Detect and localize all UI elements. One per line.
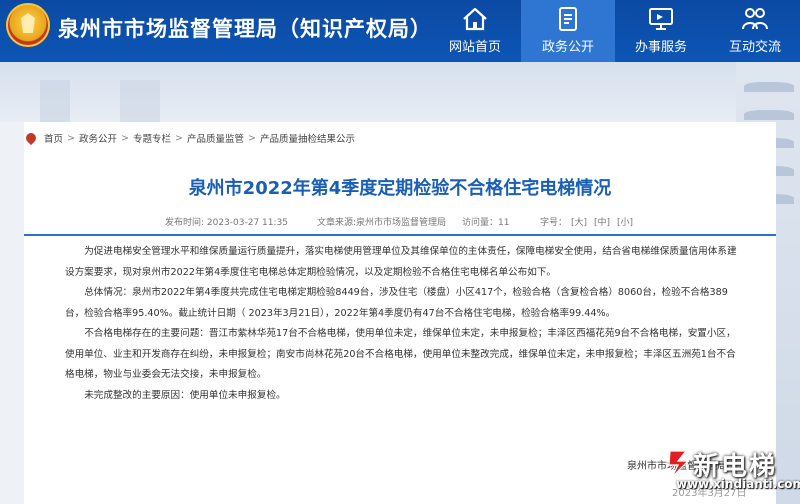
breadcrumb-item[interactable]: 产品质量监管 [187, 131, 244, 145]
national-emblem-logo [6, 3, 50, 47]
paragraph-overview: 总体情况：泉州市2022年第4季度共完成住宅电梯定期检验8449台，涉及住宅（楼… [65, 287, 728, 319]
article-meta: 发布时间: 2023-03-27 11:35 文章来源:泉州市市场监督管理局 访… [24, 215, 776, 231]
publish-time: 发布时间: 2023-03-27 11:35 [165, 218, 288, 228]
people-icon [742, 8, 768, 30]
monitor-icon [649, 8, 673, 30]
article-panel: 首页 > 政务公开 > 专题专栏 > 产品质量监管 > 产品质量抽检结果公示 泉… [23, 122, 776, 504]
breadcrumb-separator: > [174, 132, 183, 144]
home-icon [463, 7, 487, 31]
nav-government-affairs[interactable]: 政务公开 [521, 0, 615, 62]
breadcrumb: 首页 > 政务公开 > 专题专栏 > 产品质量监管 > 产品质量抽检结果公示 [23, 130, 355, 146]
site-title: 泉州市市场监督管理局（知识产权局） [58, 17, 432, 41]
nav-interaction[interactable]: 互动交流 [708, 0, 800, 62]
background-skyline [0, 80, 800, 125]
font-size-small[interactable]: [小] [617, 215, 633, 228]
nav-government-affairs-label: 政务公开 [541, 40, 594, 55]
paragraph-problems: 不合格电梯存在的主要问题：晋江市紫林华苑17台不合格电梯，使用单位未定，维保单位… [65, 328, 736, 380]
article-body: 为促进电梯安全管理水平和维保质量运行质量提升，落实电梯使用管理单位及其维保单位的… [65, 242, 745, 406]
breadcrumb-item[interactable]: 产品质量抽检结果公示 [260, 131, 355, 145]
title-divider [24, 234, 776, 236]
nav-services-label: 办事服务 [634, 40, 687, 55]
font-size-large[interactable]: [大] [571, 215, 587, 228]
breadcrumb-item[interactable]: 首页 [44, 131, 63, 145]
site-header: 泉州市市场监督管理局（知识产权局） 网站首页 政务公开 办事服务 互动交流 [0, 0, 800, 62]
nav-home-label: 网站首页 [448, 40, 501, 55]
view-count: 访问量：11 [462, 218, 510, 228]
nav-home[interactable]: 网站首页 [428, 0, 522, 62]
article-source: 文章来源:泉州市市场监督管理局 [317, 218, 447, 228]
breadcrumb-item[interactable]: 专题专栏 [133, 131, 171, 145]
breadcrumb-separator: > [247, 132, 256, 144]
article-title: 泉州市2022年第4季度定期检验不合格住宅电梯情况 [188, 178, 612, 199]
nav-services[interactable]: 办事服务 [614, 0, 708, 62]
paragraph-intro: 为促进电梯安全管理水平和维保质量运行质量提升，落实电梯使用管理单位及其维保单位的… [65, 246, 737, 278]
breadcrumb-separator: > [67, 132, 75, 144]
font-size-medium[interactable]: [中] [594, 215, 610, 228]
location-pin-icon [23, 130, 39, 146]
watermark-logo-icon [668, 450, 690, 478]
document-icon [559, 7, 577, 31]
paragraph-reasons: 未完成整改的主要原因：使用单位未申报复检。 [84, 389, 286, 401]
breadcrumb-item[interactable]: 政务公开 [79, 131, 117, 145]
nav-interaction-label: 互动交流 [728, 40, 781, 55]
watermark-url: www.xindianti.com [676, 477, 800, 491]
font-size-label: 字号： [540, 218, 568, 228]
breadcrumb-separator: > [121, 132, 129, 144]
